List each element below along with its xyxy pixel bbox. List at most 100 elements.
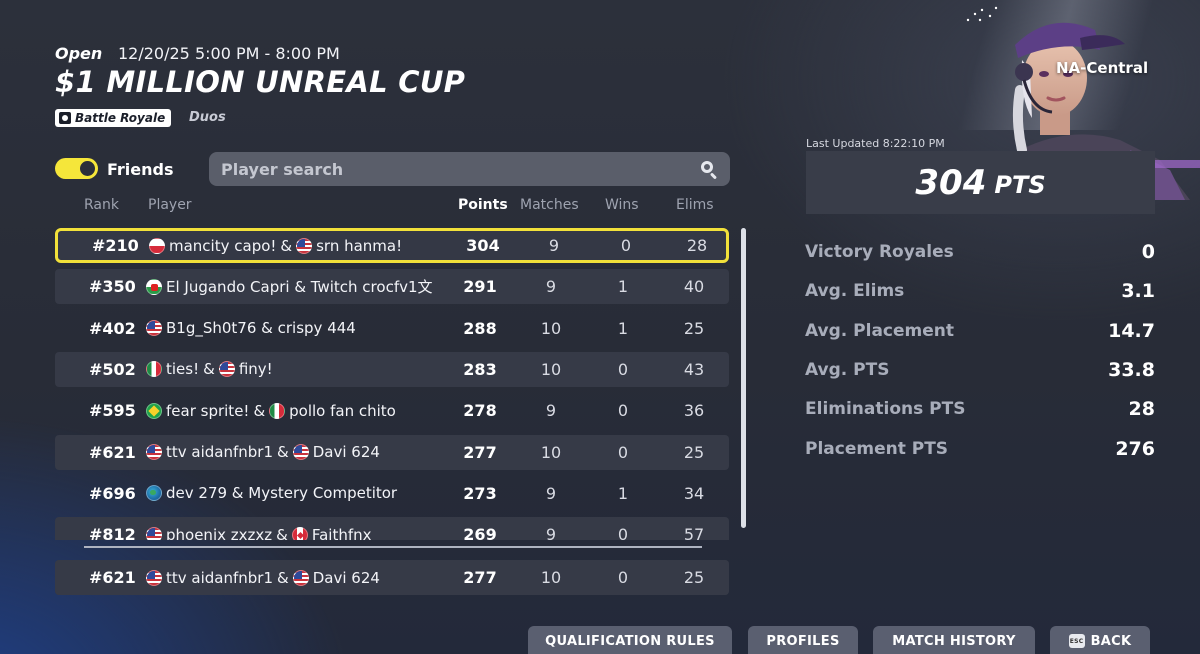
battle-royale-icon xyxy=(59,112,71,124)
column-header-points: Points xyxy=(458,197,508,213)
flag-pl-icon xyxy=(149,237,165,254)
search-placeholder: Player search xyxy=(221,159,344,179)
table-row[interactable]: #350 El Jugando Capri & Twitch crocfv1文 29… xyxy=(55,269,729,305)
player-name[interactable]: pollo fan chito xyxy=(289,402,396,420)
player-name[interactable]: phoenix zxzxz xyxy=(166,526,272,540)
flag-us-icon xyxy=(292,444,309,460)
player-cell[interactable]: dev 279 & Mystery Competitor xyxy=(146,476,397,511)
stat-value: 276 xyxy=(1115,437,1155,460)
flag-us-icon xyxy=(218,361,235,378)
stat-value: 33.8 xyxy=(1108,358,1155,381)
table-row[interactable]: #812 phoenix zxzxz & Faithfnx 269 9 0 57 xyxy=(55,517,729,540)
table-row[interactable]: #696 dev 279 & Mystery Competitor 273 9 1 34 xyxy=(55,476,729,511)
player-name[interactable]: ttv aidanfnbr1 xyxy=(166,569,273,587)
qualification-rules-label: QUALIFICATION RULES xyxy=(545,633,715,649)
stat-row: Eliminations PTS 28 xyxy=(805,397,1155,421)
region-label: NA-Central xyxy=(1056,59,1149,77)
player-separator: & xyxy=(277,568,289,587)
friends-toggle-label[interactable]: Friends xyxy=(107,160,174,179)
wins-cell: 1 xyxy=(617,277,629,297)
player-name[interactable]: El Jugando Capri & Twitch crocfv1文 xyxy=(166,276,433,297)
back-button[interactable]: ESC BACK xyxy=(1050,626,1150,654)
player-cell[interactable]: ttv aidanfnbr1 & Davi 624 xyxy=(146,435,380,470)
player-search-input[interactable]: Player search xyxy=(209,152,730,186)
player-cell[interactable]: mancity capo! & srn hanma! xyxy=(149,231,402,260)
wins-cell: 0 xyxy=(617,401,629,421)
player-name[interactable]: Davi 624 xyxy=(313,443,380,461)
flag-us-icon xyxy=(292,569,309,586)
pinned-row-content[interactable]: #621 ttv aidanfnbr1 & Davi 624 277 10 0 25 xyxy=(55,560,729,595)
rank-cell: #696 xyxy=(89,483,136,503)
matches-cell: 10 xyxy=(540,442,562,462)
matches-cell: 10 xyxy=(540,318,562,338)
wins-cell: 0 xyxy=(617,359,629,379)
player-name[interactable]: dev 279 & Mystery Competitor xyxy=(166,484,397,502)
player-name[interactable]: ttv aidanfnbr1 xyxy=(166,443,273,461)
rank-cell: #502 xyxy=(89,359,136,379)
rank-cell: #812 xyxy=(89,525,136,540)
flag-us-icon xyxy=(146,444,162,460)
player-cell[interactable]: fear sprite! & pollo fan chito xyxy=(146,393,396,428)
match-history-button[interactable]: MATCH HISTORY xyxy=(873,626,1035,654)
player-name[interactable]: ties! xyxy=(166,360,199,378)
table-row[interactable]: #595 fear sprite! & pollo fan chito 278 9 0 36 xyxy=(55,393,729,428)
qualification-rules-button[interactable]: QUALIFICATION RULES xyxy=(528,626,732,654)
profiles-button[interactable]: PROFILES xyxy=(748,626,858,654)
table-row[interactable]: #210 mancity capo! & srn hanma! 304 9 0 28 xyxy=(55,228,729,263)
player-name[interactable]: srn hanma! xyxy=(316,237,402,255)
table-row[interactable]: #621 ttv aidanfnbr1 & Davi 624 277 10 0 25 xyxy=(55,434,729,470)
stat-row: Avg. Elims 3.1 xyxy=(805,279,1155,303)
mode-badge: Battle Royale xyxy=(55,109,172,127)
elims-cell: 36 xyxy=(683,401,705,421)
stat-row: Placement PTS 276 xyxy=(805,437,1155,461)
search-icon[interactable] xyxy=(700,160,718,180)
player-cell[interactable]: ties! & finy! xyxy=(146,352,273,387)
matches-cell: 9 xyxy=(545,525,557,540)
player-name[interactable]: B1g_Sh0t76 & crispy 444 xyxy=(166,319,356,337)
stat-value: 3.1 xyxy=(1121,280,1155,303)
leaderboard-list[interactable]: #210 mancity capo! & srn hanma! 304 9 0 28 #350 E… xyxy=(55,228,731,540)
pinned-player-row[interactable]: #621 ttv aidanfnbr1 & Davi 624 277 10 0 25 xyxy=(55,560,729,595)
player-cell[interactable]: ttv aidanfnbr1 & Davi 624 xyxy=(146,560,380,595)
table-row[interactable]: #402 B1g_Sh0t76 & crispy 444 288 10 1 25 xyxy=(55,311,729,346)
scrollbar-thumb[interactable] xyxy=(741,228,746,528)
player-cell[interactable]: B1g_Sh0t76 & crispy 444 xyxy=(146,311,356,346)
table-row[interactable]: #502 ties! & finy! 283 10 0 43 xyxy=(55,351,729,387)
rank-cell: #350 xyxy=(89,277,136,297)
elims-cell: 43 xyxy=(683,359,705,379)
total-points-value: 304 xyxy=(915,162,987,203)
points-cell: 288 xyxy=(463,318,497,338)
points-cell: 304 xyxy=(466,236,500,255)
player-cell[interactable]: phoenix zxzxz & Faithfnx xyxy=(146,517,372,540)
wins-cell: 1 xyxy=(617,318,629,338)
profiles-label: PROFILES xyxy=(766,633,840,649)
matches-cell: 9 xyxy=(545,277,557,297)
player-name[interactable]: finy! xyxy=(239,360,273,378)
esc-key-icon: ESC xyxy=(1068,634,1085,648)
player-separator: & xyxy=(280,236,293,255)
flag-mx-icon xyxy=(146,361,162,378)
matches-cell: 10 xyxy=(540,359,562,379)
rank-cell: #402 xyxy=(89,318,136,338)
elims-cell: 25 xyxy=(683,568,705,587)
player-name[interactable]: Davi 624 xyxy=(313,569,380,587)
player-name[interactable]: fear sprite! xyxy=(166,402,249,420)
back-label: BACK xyxy=(1090,633,1132,649)
elims-cell: 25 xyxy=(683,442,705,462)
points-cell: 277 xyxy=(463,568,497,587)
total-points-unit: PTS xyxy=(994,170,1046,199)
points-cell: 269 xyxy=(463,525,497,540)
player-name[interactable]: mancity capo! xyxy=(169,237,276,255)
player-cell[interactable]: El Jugando Capri & Twitch crocfv1文 xyxy=(146,269,433,304)
column-header-player: Player xyxy=(148,197,192,213)
pinned-divider xyxy=(84,546,702,548)
stat-value: 0 xyxy=(1141,241,1155,263)
friends-toggle[interactable] xyxy=(55,158,98,179)
stat-value: 28 xyxy=(1128,398,1155,421)
rank-cell: #210 xyxy=(92,236,139,255)
stat-row: Avg. PTS 33.8 xyxy=(805,358,1155,382)
flag-wales-icon xyxy=(146,278,162,295)
stat-value: 14.7 xyxy=(1108,319,1155,342)
player-name[interactable]: Faithfnx xyxy=(312,526,372,540)
flag-us-icon xyxy=(146,569,162,586)
